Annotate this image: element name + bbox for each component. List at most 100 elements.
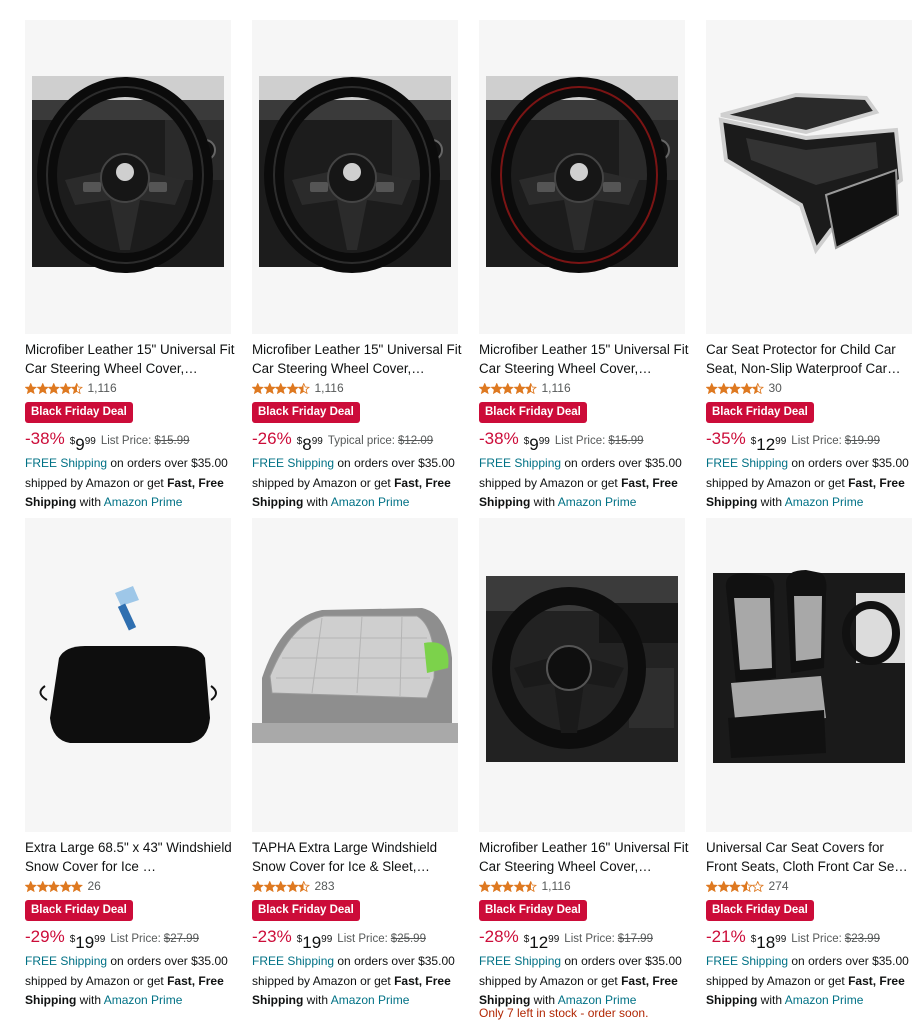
product-card[interactable]: Microfiber Leather 15" Universal Fit Car… bbox=[252, 20, 462, 520]
product-card[interactable]: Microfiber Leather 16" Universal Fit Car… bbox=[479, 518, 691, 1020]
star-icon bbox=[298, 382, 310, 394]
product-grid: Microfiber Leather 15" Universal Fit Car… bbox=[0, 0, 916, 1024]
product-card[interactable]: Microfiber Leather 15" Universal Fit Car… bbox=[25, 20, 235, 520]
rating-count[interactable]: 30 bbox=[769, 381, 782, 395]
shipping-with: with bbox=[530, 993, 558, 1007]
free-shipping-link[interactable]: FREE Shipping bbox=[706, 456, 788, 470]
star-icon bbox=[275, 382, 287, 394]
deal-badge: Black Friday Deal bbox=[25, 900, 133, 921]
free-shipping-link[interactable]: FREE Shipping bbox=[479, 456, 561, 470]
product-card[interactable]: TAPHA Extra Large Windshield Snow Cover … bbox=[252, 518, 462, 1018]
price-whole: 12 bbox=[529, 933, 549, 952]
shipping-info: FREE Shipping on orders over $35.00 ship… bbox=[706, 952, 916, 1011]
deal-price[interactable]: $ 9 99 bbox=[70, 435, 96, 454]
shipping-info: FREE Shipping on orders over $35.00 ship… bbox=[252, 454, 467, 513]
amazon-prime-link[interactable]: Amazon Prime bbox=[558, 495, 637, 509]
shipping-with: with bbox=[303, 495, 331, 509]
rating-count[interactable]: 1,116 bbox=[88, 381, 117, 395]
product-image[interactable] bbox=[479, 518, 685, 832]
product-card[interactable]: Microfiber Leather 15" Universal Fit Car… bbox=[479, 20, 689, 520]
star-icon bbox=[706, 880, 718, 892]
rating[interactable]: 30 bbox=[706, 381, 782, 395]
star-icon bbox=[263, 880, 275, 892]
rating[interactable]: 1,116 bbox=[252, 381, 344, 395]
star-icon bbox=[752, 880, 764, 892]
product-image[interactable] bbox=[25, 20, 231, 334]
deal-price[interactable]: $ 9 99 bbox=[524, 435, 550, 454]
free-shipping-link[interactable]: FREE Shipping bbox=[706, 954, 788, 968]
rating[interactable]: 26 bbox=[25, 879, 101, 893]
product-title[interactable]: Microfiber Leather 15" Universal Fit Car… bbox=[252, 340, 464, 378]
product-image[interactable] bbox=[252, 518, 458, 832]
deal-price[interactable]: $ 12 99 bbox=[751, 435, 787, 454]
product-title[interactable]: Car Seat Protector for Child Car Seat, N… bbox=[706, 340, 916, 378]
shipping-info: FREE Shipping on orders over $35.00 ship… bbox=[252, 952, 467, 1011]
rating[interactable]: 1,116 bbox=[25, 381, 117, 395]
rating-count[interactable]: 1,116 bbox=[542, 381, 571, 395]
discount-percent: -23% bbox=[252, 927, 292, 946]
product-card[interactable]: Universal Car Seat Covers for Front Seat… bbox=[706, 518, 916, 1018]
product-title[interactable]: Microfiber Leather 15" Universal Fit Car… bbox=[25, 340, 237, 378]
shipping-info: FREE Shipping on orders over $35.00 ship… bbox=[706, 454, 916, 513]
star-icon bbox=[25, 382, 37, 394]
product-image[interactable] bbox=[252, 20, 458, 334]
product-title[interactable]: TAPHA Extra Large Windshield Snow Cover … bbox=[252, 838, 464, 876]
rating-stars bbox=[706, 880, 764, 892]
free-shipping-link[interactable]: FREE Shipping bbox=[479, 954, 561, 968]
product-card[interactable]: Extra Large 68.5" x 43" Windshield Snow … bbox=[25, 518, 235, 1018]
star-icon bbox=[36, 880, 48, 892]
free-shipping-link[interactable]: FREE Shipping bbox=[25, 456, 107, 470]
list-price-label: List Price: bbox=[791, 435, 842, 447]
list-price: $25.99 bbox=[390, 933, 426, 945]
deal-badge: Black Friday Deal bbox=[479, 900, 587, 921]
star-icon bbox=[48, 382, 60, 394]
rating[interactable]: 1,116 bbox=[479, 879, 571, 893]
rating[interactable]: 1,116 bbox=[479, 381, 571, 395]
amazon-prime-link[interactable]: Amazon Prime bbox=[785, 993, 864, 1007]
product-card[interactable]: Car Seat Protector for Child Car Seat, N… bbox=[706, 20, 916, 520]
list-price-label: List Price: bbox=[110, 933, 161, 945]
rating-count[interactable]: 1,116 bbox=[315, 381, 344, 395]
product-title[interactable]: Microfiber Leather 15" Universal Fit Car… bbox=[479, 340, 691, 378]
star-icon bbox=[479, 382, 491, 394]
product-image[interactable] bbox=[25, 518, 231, 832]
rating-count[interactable]: 26 bbox=[88, 879, 101, 893]
free-shipping-link[interactable]: FREE Shipping bbox=[252, 954, 334, 968]
product-title[interactable]: Universal Car Seat Covers for Front Seat… bbox=[706, 838, 916, 876]
shipping-with: with bbox=[530, 495, 558, 509]
amazon-prime-link[interactable]: Amazon Prime bbox=[558, 993, 637, 1007]
deal-price[interactable]: $ 18 99 bbox=[751, 933, 787, 952]
rating-count[interactable]: 274 bbox=[769, 879, 789, 893]
star-icon bbox=[525, 382, 537, 394]
rating[interactable]: 274 bbox=[706, 879, 789, 893]
free-shipping-link[interactable]: FREE Shipping bbox=[25, 954, 107, 968]
rating-count[interactable]: 283 bbox=[315, 879, 335, 893]
rating-stars bbox=[706, 382, 764, 394]
amazon-prime-link[interactable]: Amazon Prime bbox=[331, 993, 410, 1007]
free-shipping-link[interactable]: FREE Shipping bbox=[252, 456, 334, 470]
rating-count[interactable]: 1,116 bbox=[542, 879, 571, 893]
deal-price[interactable]: $ 12 99 bbox=[524, 933, 560, 952]
deal-price[interactable]: $ 19 99 bbox=[70, 933, 106, 952]
star-icon bbox=[502, 880, 514, 892]
amazon-prime-link[interactable]: Amazon Prime bbox=[104, 495, 183, 509]
product-image[interactable] bbox=[479, 20, 685, 334]
product-image[interactable] bbox=[706, 518, 912, 832]
product-title[interactable]: Extra Large 68.5" x 43" Windshield Snow … bbox=[25, 838, 237, 876]
star-icon bbox=[252, 382, 264, 394]
amazon-prime-link[interactable]: Amazon Prime bbox=[331, 495, 410, 509]
product-title[interactable]: Microfiber Leather 16" Universal Fit Car… bbox=[479, 838, 691, 876]
rating[interactable]: 283 bbox=[252, 879, 335, 893]
deal-price[interactable]: $ 8 99 bbox=[297, 435, 323, 454]
star-icon bbox=[717, 382, 729, 394]
amazon-prime-link[interactable]: Amazon Prime bbox=[104, 993, 183, 1007]
product-image[interactable] bbox=[706, 20, 912, 334]
stock-note: Only 7 left in stock - order soon. bbox=[479, 1006, 649, 1020]
star-icon bbox=[25, 880, 37, 892]
deal-price[interactable]: $ 19 99 bbox=[297, 933, 333, 952]
price-row: -38% $ 9 99 List Price: $15.99 bbox=[25, 429, 190, 454]
price-fraction: 99 bbox=[311, 436, 323, 447]
star-icon bbox=[752, 382, 764, 394]
shipping-with: with bbox=[76, 495, 104, 509]
amazon-prime-link[interactable]: Amazon Prime bbox=[785, 495, 864, 509]
